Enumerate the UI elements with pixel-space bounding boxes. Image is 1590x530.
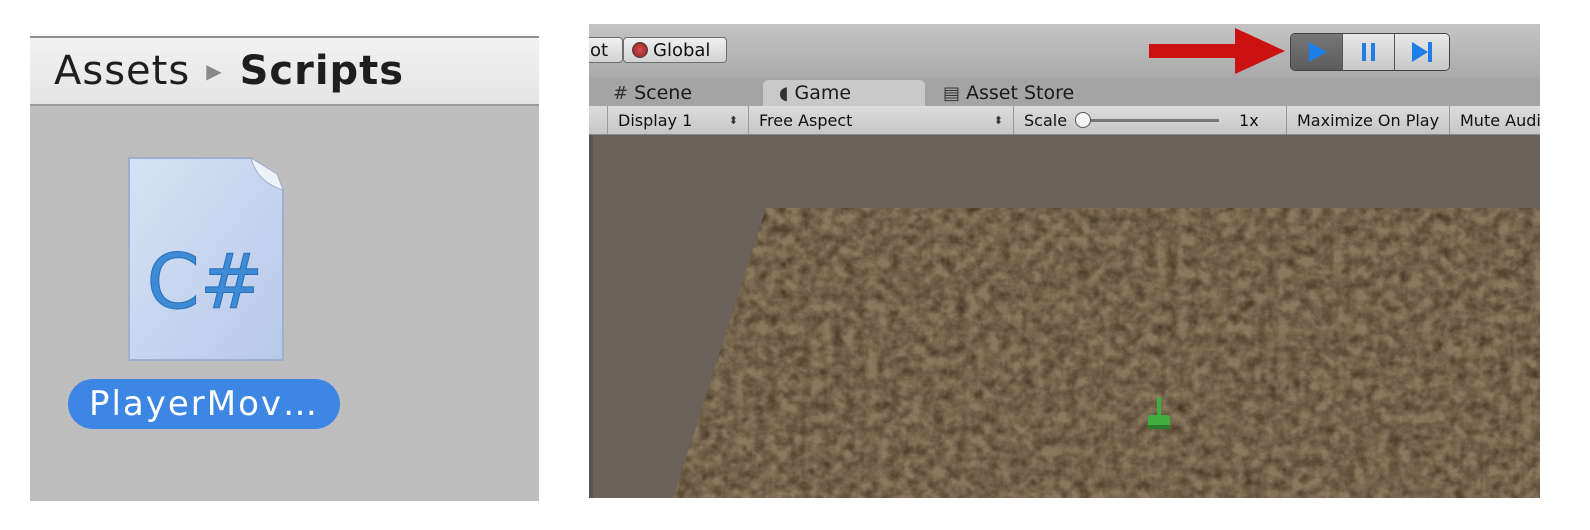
csharp-glyph: C# <box>147 237 264 326</box>
scale-control: Scale 1x <box>1013 106 1286 134</box>
play-icon <box>1308 42 1327 62</box>
pacman-icon: ◖ <box>779 82 789 104</box>
pivot-toggle-button[interactable]: ot <box>589 37 623 63</box>
dropdown-arrows-icon: ⬍ <box>993 113 1003 127</box>
global-label: Global <box>653 39 711 61</box>
tab-scene-label: Scene <box>634 82 693 104</box>
red-arrow-annotation-icon <box>1149 28 1285 74</box>
maximize-label: Maximize On Play <box>1297 110 1440 130</box>
maximize-on-play-toggle[interactable]: Maximize On Play <box>1286 106 1449 134</box>
pause-button[interactable] <box>1343 34 1395 70</box>
pause-icon <box>1361 43 1375 61</box>
tab-scene[interactable]: # Scene <box>613 80 692 106</box>
display-dropdown[interactable]: Display 1 ⬍ <box>607 106 748 134</box>
play-controls <box>1290 33 1450 71</box>
project-panel: Assets ▶ Scripts C# PlayerMov… <box>30 36 539 501</box>
scale-slider-thumb[interactable] <box>1075 111 1092 128</box>
scale-value: 1x <box>1239 110 1259 130</box>
scale-label: Scale <box>1024 110 1068 130</box>
tab-game[interactable]: ◖ Game <box>763 80 925 106</box>
step-icon <box>1412 42 1432 62</box>
breadcrumb-assets[interactable]: Assets <box>54 48 190 94</box>
breadcrumb-scripts[interactable]: Scripts <box>240 48 405 94</box>
terrain-texture <box>673 208 1540 498</box>
panel-divider <box>589 135 593 498</box>
mute-audio-toggle[interactable]: Mute Audi <box>1449 106 1540 134</box>
game-viewport[interactable] <box>589 135 1540 498</box>
step-button[interactable] <box>1395 34 1449 70</box>
file-name-label[interactable]: PlayerMov… <box>68 379 340 429</box>
mute-label: Mute Audi <box>1460 110 1540 130</box>
breadcrumb-separator-icon: ▶ <box>206 59 222 83</box>
game-view-toolbar: Display 1 ⬍ Free Aspect ⬍ Scale 1x Maxim… <box>589 106 1540 135</box>
tab-asset-store[interactable]: ▤ Asset Store <box>943 80 1074 106</box>
unity-editor: ot Global # Scene ◖ Game ▤ Asset Store D… <box>589 24 1540 498</box>
view-tabs: # Scene ◖ Game ▤ Asset Store <box>589 78 1540 106</box>
bag-icon: ▤ <box>943 82 961 104</box>
tab-game-label: Game <box>794 82 852 104</box>
aspect-dropdown[interactable]: Free Aspect ⬍ <box>748 106 1013 134</box>
pivot-label: ot <box>590 39 609 61</box>
csharp-file-icon[interactable]: C# <box>127 156 285 362</box>
scale-slider[interactable] <box>1075 111 1220 128</box>
hash-icon: # <box>613 82 629 104</box>
main-toolbar: ot Global <box>589 24 1540 78</box>
dropdown-arrows-icon: ⬍ <box>728 113 738 127</box>
global-toggle-button[interactable]: Global <box>623 37 727 63</box>
breadcrumb: Assets ▶ Scripts <box>30 38 539 106</box>
aspect-value: Free Aspect <box>759 110 853 130</box>
display-value: Display 1 <box>618 110 693 130</box>
globe-icon <box>632 42 648 58</box>
tab-asset-store-label: Asset Store <box>966 82 1075 104</box>
play-button[interactable] <box>1291 34 1343 70</box>
